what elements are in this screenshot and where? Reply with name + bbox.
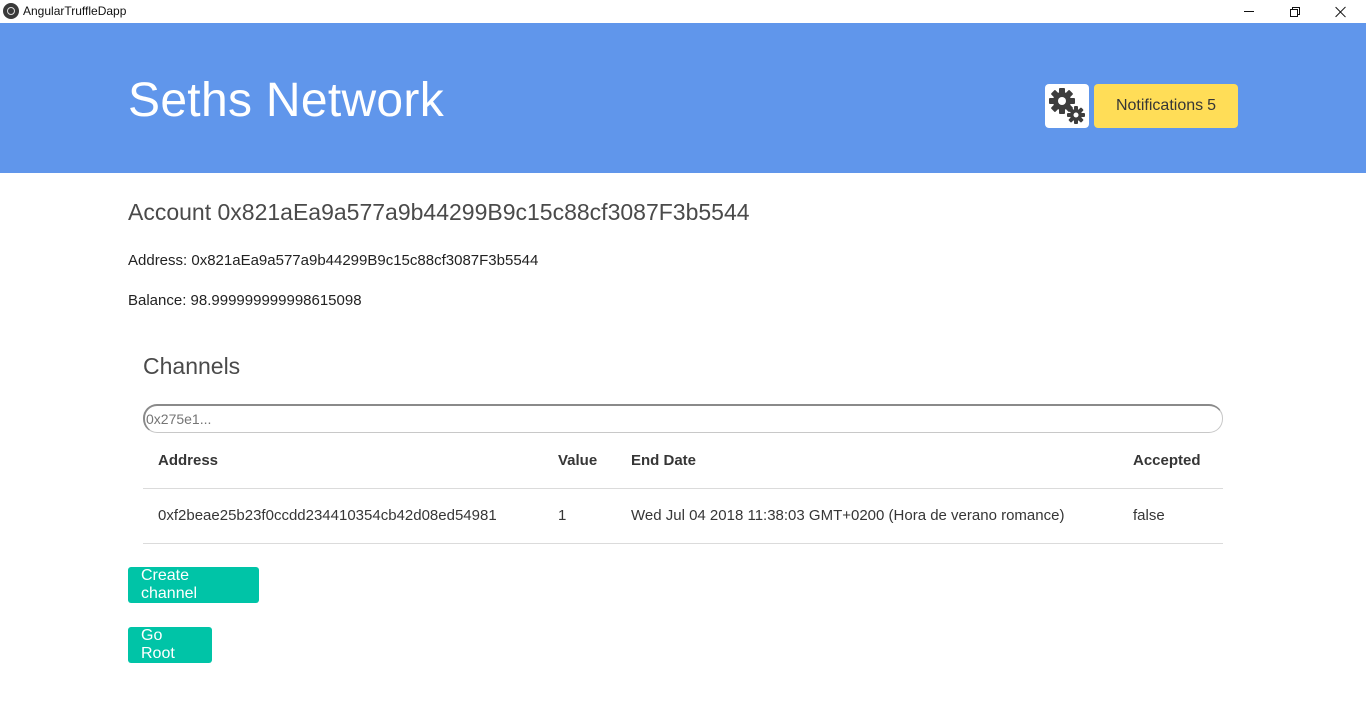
app-header: Seths Network Notifications 5	[0, 23, 1366, 173]
notifications-count: 5	[1207, 97, 1217, 114]
gears-icon	[1049, 88, 1085, 124]
column-header-address: Address	[143, 433, 543, 489]
notifications-button[interactable]: Notifications 5	[1094, 84, 1238, 128]
window-titlebar: AngularTruffleDapp	[0, 0, 1366, 23]
app-icon	[3, 3, 19, 19]
column-header-end-date: End Date	[616, 433, 1118, 489]
window-title: AngularTruffleDapp	[23, 4, 127, 18]
restore-button[interactable]	[1272, 0, 1318, 23]
column-header-accepted: Accepted	[1118, 433, 1223, 489]
column-header-value: Value	[543, 433, 616, 489]
close-button[interactable]	[1318, 0, 1364, 23]
create-channel-button[interactable]: Create channel	[128, 567, 259, 603]
settings-button[interactable]	[1045, 84, 1089, 128]
cell-end-date: Wed Jul 04 2018 11:38:03 GMT+0200 (Hora …	[616, 488, 1118, 544]
cell-accepted: false	[1118, 488, 1223, 544]
account-title: Account 0x821aEa9a577a9b44299B9c15c88cf3…	[128, 199, 750, 225]
channels-title: Channels	[143, 353, 241, 379]
table-row[interactable]: 0xf2beae25b23f0ccdd234410354cb42d08ed549…	[143, 488, 1223, 544]
channel-search-input[interactable]	[143, 404, 1223, 433]
brand-title[interactable]: Seths Network	[128, 73, 444, 128]
minimize-icon	[1244, 11, 1254, 12]
account-address: Address: 0x821aEa9a577a9b44299B9c15c88cf…	[128, 252, 539, 269]
cell-value: 1	[543, 488, 616, 544]
table-header-row: Address Value End Date Accepted	[143, 433, 1223, 489]
account-balance: Balance: 98.999999999998615098	[128, 292, 362, 309]
cell-address: 0xf2beae25b23f0ccdd234410354cb42d08ed549…	[143, 488, 543, 544]
notifications-label: Notifications	[1115, 97, 1204, 114]
minimize-button[interactable]	[1226, 0, 1272, 23]
close-icon	[1335, 6, 1347, 18]
channels-table: Address Value End Date Accepted 0xf2beae…	[143, 433, 1223, 544]
go-root-button[interactable]: Go Root	[128, 627, 212, 663]
restore-icon	[1290, 6, 1300, 17]
